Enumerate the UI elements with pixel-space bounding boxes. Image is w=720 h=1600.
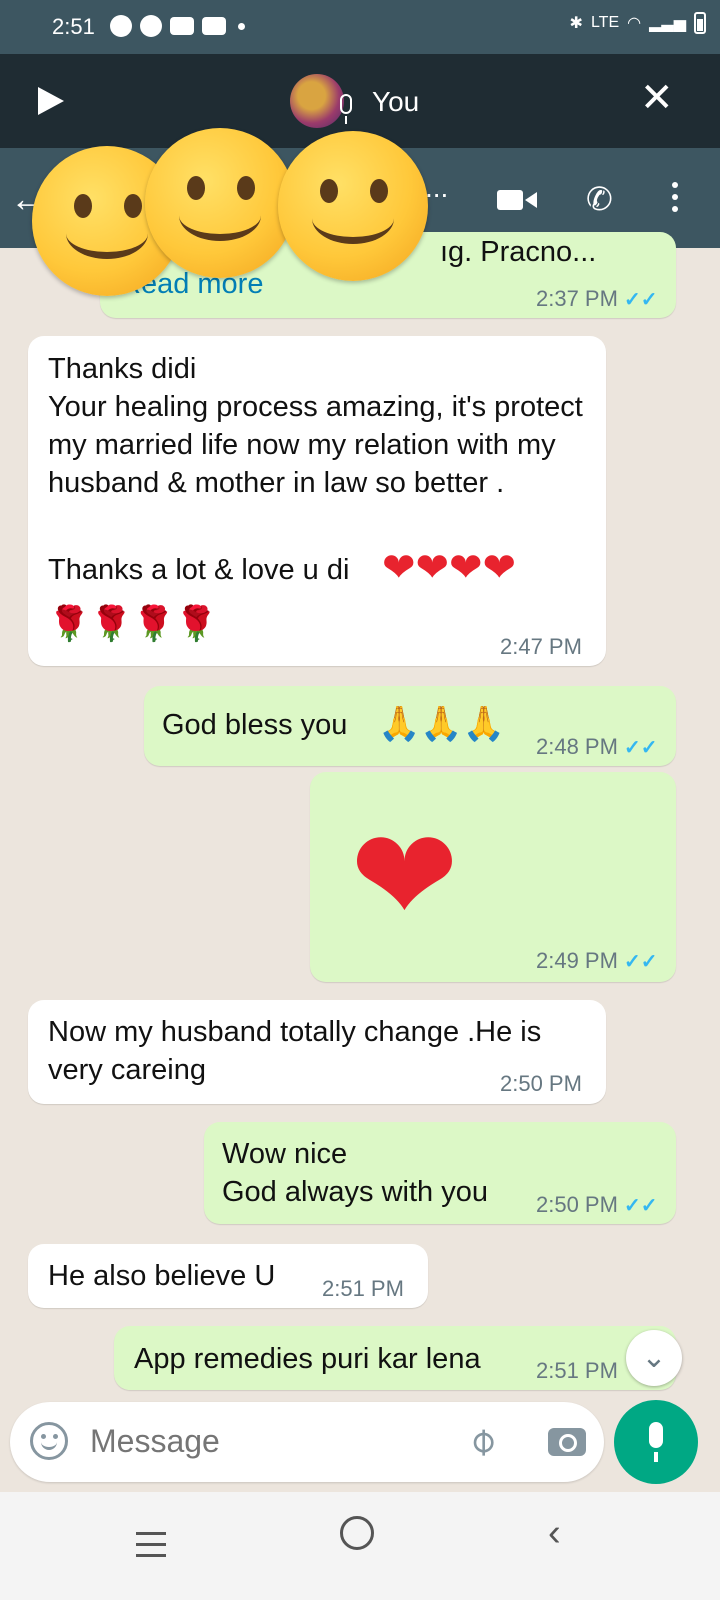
play-icon[interactable] [38, 87, 64, 115]
emoji-icon[interactable] [30, 1422, 68, 1460]
caller-name: You [372, 86, 420, 117]
message-input[interactable] [88, 1422, 452, 1461]
home-icon[interactable] [340, 1516, 374, 1550]
compass-icon [140, 15, 162, 37]
attach-icon[interactable]: ⌀ [457, 1416, 505, 1464]
more-options-icon[interactable] [672, 182, 678, 218]
microphone-icon [340, 94, 352, 124]
youtube-icon-2 [202, 17, 226, 35]
status-time: 2:51 [52, 14, 95, 39]
message-time: 2:48 PM ✓✓ [536, 734, 658, 759]
message-text: Thanks didi Your healing process amazing… [48, 353, 583, 499]
scroll-to-bottom-button[interactable]: ⌄ [626, 1330, 682, 1386]
message-text: Now my husband totally change .He is ver… [48, 1016, 550, 1086]
heart-emoji-large: ❤ [350, 803, 459, 949]
message-composer: ⌀ [10, 1402, 604, 1482]
read-ticks-icon: ✓✓ [623, 737, 658, 759]
youtube-icon [170, 17, 194, 35]
message-text: App remedies puri kar lena [134, 1343, 481, 1375]
message-time: 2:37 PM ✓✓ [536, 286, 658, 311]
message-text: Thanks a lot & love u di [48, 554, 350, 586]
battery-icon [694, 12, 706, 34]
status-bar: 2:51 ✱ LTE ◠ ▂▃▅ [0, 0, 720, 54]
camera-icon[interactable] [548, 1428, 586, 1456]
message-text-cut: ıg. Pracno... [440, 236, 597, 268]
message-time: 2:51 PM [536, 1358, 618, 1383]
contact-name-truncated[interactable]: ... [425, 172, 448, 204]
bluetooth-icon: ✱ [569, 15, 583, 32]
rose-emojis: 🌹🌹🌹🌹 [48, 605, 218, 643]
voice-call-icon[interactable]: ✆ [586, 180, 613, 218]
system-icons: ✱ LTE ◠ ▂▃▅ [570, 12, 706, 34]
read-ticks-icon: ✓✓ [623, 951, 658, 973]
message-time: 2:49 PM ✓✓ [536, 948, 658, 973]
wifi-icon: ◠ [627, 15, 642, 32]
message-time: 2:50 PM [500, 1071, 582, 1096]
message-time: 2:51 PM [322, 1276, 404, 1301]
microphone-icon [649, 1422, 663, 1448]
smiley-sticker-icon [278, 131, 428, 281]
nav-back-icon[interactable]: ‹ [548, 1512, 561, 1555]
message-text: God bless you [162, 709, 348, 741]
system-nav-bar: ‹ [0, 1492, 720, 1600]
messenger-icon [110, 15, 132, 37]
signal-icon: ▂▃▅ [649, 15, 686, 32]
heart-emojis: ❤❤❤❤ [382, 546, 517, 590]
message-text: He also believe U [48, 1260, 276, 1292]
video-call-icon[interactable] [497, 190, 537, 210]
recent-apps-icon[interactable] [136, 1532, 166, 1565]
read-ticks-icon: ✓✓ [623, 1195, 658, 1217]
message-time: 2:50 PM ✓✓ [536, 1192, 658, 1217]
pray-emojis: 🙏🙏🙏 [378, 705, 506, 743]
notification-icons [110, 15, 245, 37]
smiley-sticker-icon [145, 128, 295, 278]
lte-label: LTE [590, 14, 620, 31]
close-icon[interactable]: ✕ [640, 78, 674, 118]
read-ticks-icon: ✓✓ [623, 289, 658, 311]
more-notifications-dot [238, 22, 245, 30]
voice-record-button[interactable] [614, 1400, 698, 1484]
message-text: Wow nice God always with you [222, 1138, 488, 1208]
message-time: 2:47 PM [500, 634, 582, 659]
caller-avatar [290, 74, 344, 128]
